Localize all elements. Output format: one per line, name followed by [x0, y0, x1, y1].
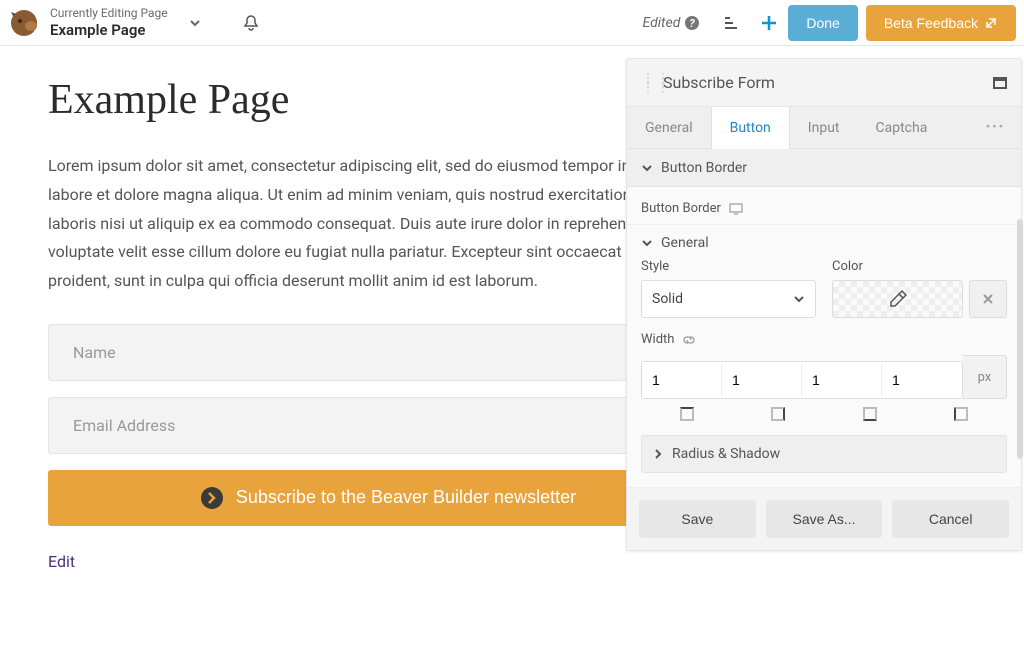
inner-section-general[interactable]: General — [641, 225, 1007, 259]
panel-title: Subscribe Form — [663, 73, 993, 92]
close-icon — [981, 292, 995, 306]
page-dropdown[interactable] — [188, 16, 202, 30]
width-left-input[interactable] — [882, 362, 962, 398]
clear-color-button[interactable] — [969, 280, 1007, 318]
page-name: Example Page — [50, 21, 168, 39]
settings-panel: ⋮⋮⋮⋮⋮⋮ Subscribe Form General Button Inp… — [626, 58, 1022, 551]
panel-header[interactable]: ⋮⋮⋮⋮⋮⋮ Subscribe Form — [627, 59, 1021, 107]
border-bottom-icon — [863, 407, 877, 421]
width-right-input[interactable] — [722, 362, 802, 398]
external-link-icon — [984, 16, 998, 30]
border-top-icon — [680, 407, 694, 421]
edited-status[interactable]: Edited ? — [643, 15, 701, 31]
width-label: Width — [641, 332, 674, 347]
editing-label: Currently Editing Page — [50, 6, 168, 20]
panel-tabs: General Button Input Captcha ••• — [627, 107, 1021, 149]
width-side-indicators — [641, 407, 1007, 421]
edited-label: Edited — [643, 15, 681, 31]
chevron-down-icon — [641, 237, 653, 249]
cancel-button[interactable]: Cancel — [892, 500, 1009, 538]
maximize-icon[interactable] — [993, 77, 1007, 89]
save-as-button[interactable]: Save As... — [766, 500, 883, 538]
border-right-icon — [771, 407, 785, 421]
style-label: Style — [641, 259, 816, 274]
chevron-down-icon — [641, 162, 653, 174]
save-button[interactable]: Save — [639, 500, 756, 538]
tab-captcha[interactable]: Captcha — [858, 107, 946, 149]
app-logo — [8, 7, 40, 39]
link-icon[interactable] — [682, 333, 696, 347]
width-label-row: Width — [641, 332, 1007, 347]
section-button-border[interactable]: Button Border — [627, 149, 1021, 187]
border-left-icon — [954, 407, 968, 421]
arrow-right-circle-icon — [200, 486, 224, 510]
eyedropper-icon — [888, 289, 908, 309]
done-button[interactable]: Done — [788, 5, 857, 41]
panel-body: Button Border General Style Solid Color — [627, 187, 1021, 488]
panel-footer: Save Save As... Cancel — [627, 488, 1021, 550]
responsive-icon[interactable] — [729, 203, 743, 215]
help-icon: ? — [684, 15, 700, 31]
color-label: Color — [832, 259, 1007, 274]
tab-more-icon[interactable]: ••• — [970, 120, 1021, 135]
field-button-border-label: Button Border — [641, 201, 1007, 216]
tab-input[interactable]: Input — [790, 107, 858, 149]
style-select[interactable]: Solid — [641, 280, 816, 318]
chevron-right-icon — [652, 448, 664, 460]
chevron-down-icon — [793, 293, 805, 305]
notifications-icon[interactable] — [242, 14, 260, 32]
width-bottom-input[interactable] — [802, 362, 882, 398]
svg-text:?: ? — [690, 17, 696, 30]
drag-handle-icon[interactable]: ⋮⋮⋮⋮⋮⋮ — [641, 77, 653, 89]
outline-icon[interactable] — [718, 10, 744, 36]
width-unit[interactable]: px — [963, 355, 1007, 399]
edit-link[interactable]: Edit — [48, 552, 976, 571]
tab-button[interactable]: Button — [711, 107, 790, 149]
tab-general[interactable]: General — [627, 107, 711, 149]
beta-feedback-button[interactable]: Beta Feedback — [866, 5, 1016, 41]
page-title-block: Currently Editing Page Example Page — [50, 6, 168, 38]
color-picker[interactable] — [832, 280, 963, 318]
top-bar: Currently Editing Page Example Page Edit… — [0, 0, 1024, 46]
add-module-button[interactable] — [756, 10, 782, 36]
section-radius-shadow[interactable]: Radius & Shadow — [641, 435, 1007, 473]
width-top-input[interactable] — [642, 362, 722, 398]
panel-scrollbar[interactable] — [1017, 219, 1023, 459]
